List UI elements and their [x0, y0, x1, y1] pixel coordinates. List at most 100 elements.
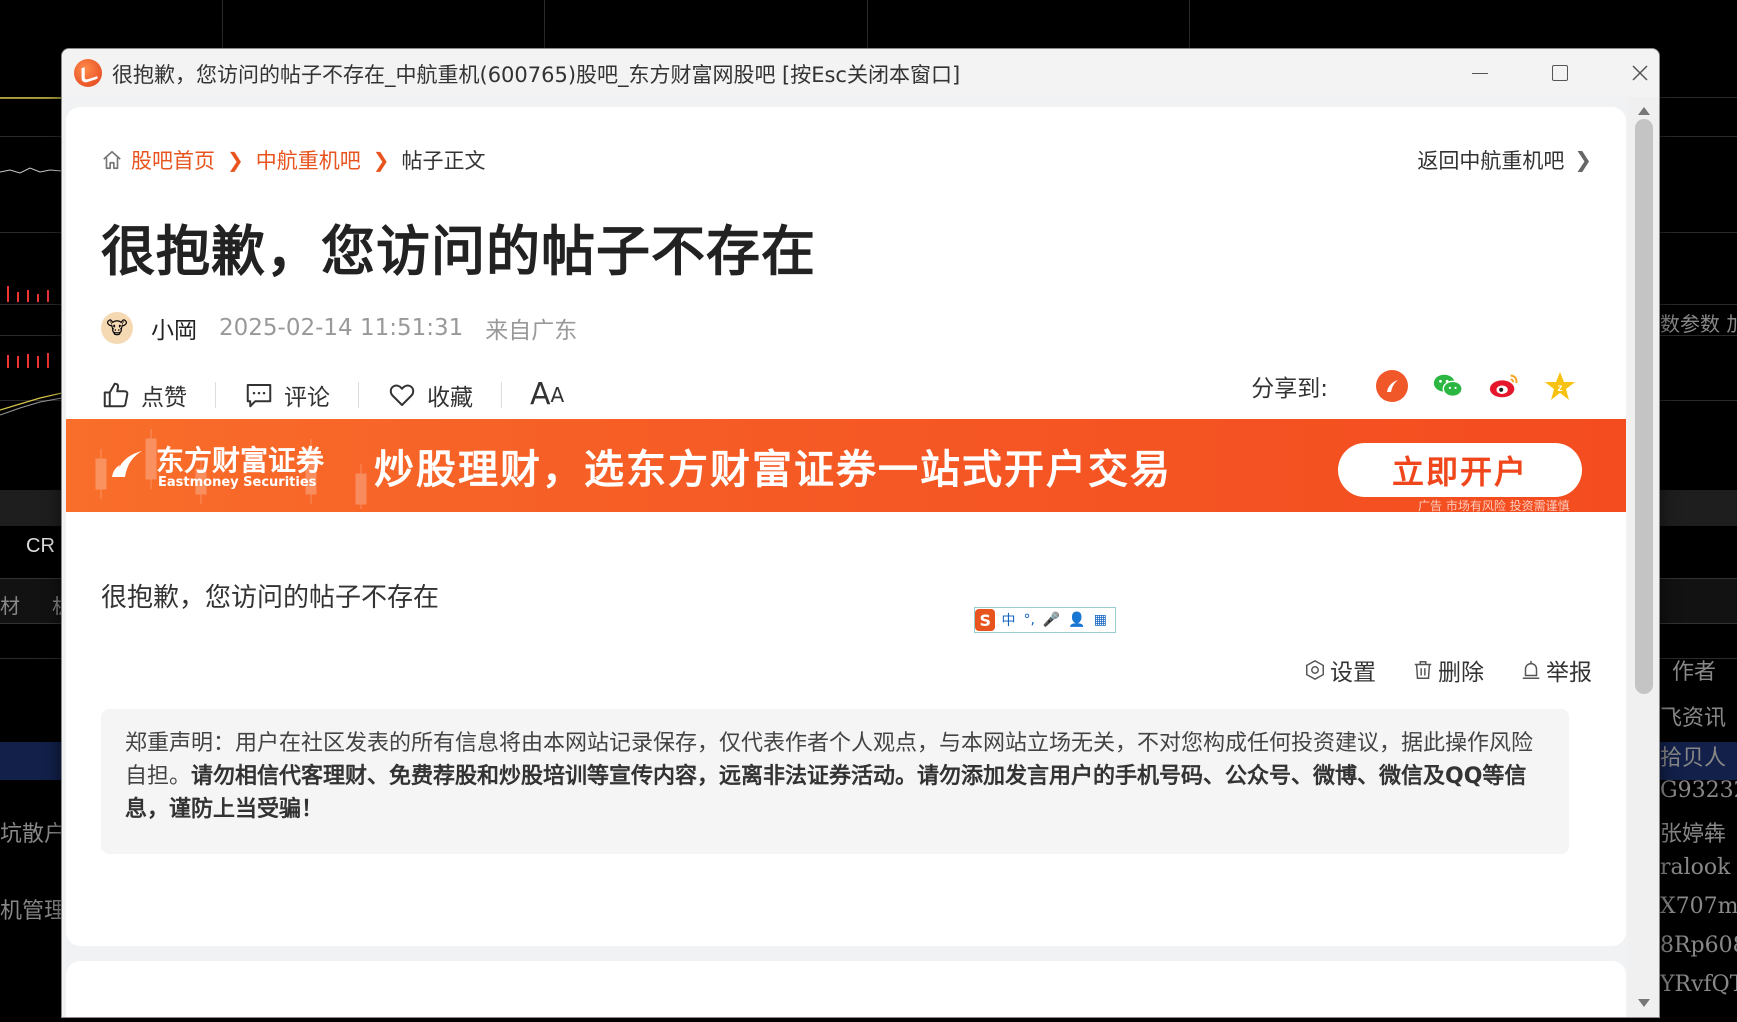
chevron-right-icon: ❯	[227, 148, 244, 172]
breadcrumb: 股吧首页 ❯ 中航重机吧 ❯ 帖子正文	[101, 145, 486, 175]
breadcrumb-home-link[interactable]: 股吧首页	[131, 145, 215, 175]
minimize-icon	[1472, 72, 1488, 74]
grid-icon: ▦	[1093, 612, 1107, 628]
bg-author: 8Rp608	[1660, 933, 1737, 958]
report-label: 举报	[1546, 660, 1592, 686]
ime-toolbar[interactable]: S 中 °, 🎤 👤 ▦	[974, 607, 1116, 633]
bg-left-label: 材	[0, 594, 20, 618]
window-hint: [按Esc关闭本窗口]	[782, 63, 961, 87]
heart-icon	[389, 384, 415, 406]
like-label: 点赞	[141, 384, 187, 411]
avatar[interactable]: 🐮	[101, 312, 133, 344]
favorite-button[interactable]: 收藏	[387, 378, 473, 412]
post-tools: 设置 删除 举报	[1268, 653, 1592, 687]
alarm-bell-icon	[1522, 660, 1540, 679]
chevron-right-icon: ❯	[1574, 148, 1592, 172]
sogou-ime-logo-icon: S	[975, 609, 996, 631]
microphone-icon: 🎤	[1042, 612, 1061, 628]
comment-button[interactable]: 评论	[244, 378, 330, 412]
delete-button[interactable]: 删除	[1412, 653, 1484, 687]
eastmoney-logo-icon	[112, 451, 142, 477]
post-window: 很抱歉，您访问的帖子不存在_中航重机(600765)股吧_东方财富网股吧 [按E…	[61, 48, 1660, 1018]
svg-text:z: z	[1558, 383, 1563, 394]
divider	[501, 381, 502, 408]
bg-author-header: 作者	[1672, 660, 1717, 685]
chevron-right-icon: ❯	[372, 148, 390, 172]
home-icon	[103, 150, 121, 170]
close-button[interactable]	[1600, 49, 1659, 97]
bg-cr-label: CR	[26, 535, 55, 557]
wechat-share-icon[interactable]	[1432, 370, 1464, 402]
trash-icon	[1414, 661, 1432, 679]
minimize-button[interactable]	[1440, 49, 1520, 97]
post-card: 股吧首页 ❯ 中航重机吧 ❯ 帖子正文 返回中航重机吧 ❯ 很抱歉，您访问的帖子…	[66, 107, 1626, 946]
scrollbar[interactable]	[1628, 97, 1659, 1017]
bg-left-label: 坑散户	[0, 822, 67, 847]
maximize-icon	[1552, 65, 1568, 81]
share-label: 分享到:	[1251, 376, 1328, 402]
maximize-button[interactable]	[1520, 49, 1600, 97]
settings-icon	[1306, 659, 1324, 681]
divider	[215, 381, 216, 408]
author-name[interactable]: 小岡	[151, 311, 197, 345]
post-meta: 🐮 小岡 2025-02-14 11:51:31 来自广东	[101, 311, 577, 345]
title-bar[interactable]: 很抱歉，您访问的帖子不存在_中航重机(600765)股吧_东方财富网股吧 [按E…	[62, 49, 1659, 97]
banner-slogan: 炒股理财，选东方财富证券一站式开户交易	[374, 447, 1172, 493]
report-button[interactable]: 举报	[1520, 653, 1592, 687]
scroll-down-arrow-icon[interactable]	[1638, 999, 1650, 1007]
comment-icon	[246, 383, 272, 407]
wechat-icon	[1433, 374, 1463, 398]
banner-brand-en: Eastmoney Securities	[158, 475, 317, 490]
weibo-share-icon[interactable]	[1488, 370, 1520, 402]
favorite-label: 收藏	[427, 384, 473, 411]
star-icon: z	[1545, 372, 1575, 400]
bg-author: 张婷犇	[1660, 822, 1727, 847]
back-to-bar-link[interactable]: 返回中航重机吧 ❯	[1417, 145, 1592, 175]
divider	[358, 381, 359, 408]
eastmoney-share-icon[interactable]	[1376, 370, 1408, 402]
bg-param-label: 数参数 加	[1660, 312, 1737, 336]
banner-brand-cn: 东方财富证券	[156, 444, 325, 477]
comments-card	[66, 961, 1626, 1017]
share-bar: 分享到: z	[1251, 369, 1576, 403]
post-body: 很抱歉，您访问的帖子不存在	[101, 583, 440, 613]
bg-author: YRvfQT	[1660, 972, 1737, 997]
user-icon: 👤	[1068, 612, 1086, 628]
post-actions: 点赞 评论 收藏 AA	[101, 377, 564, 412]
scroll-up-arrow-icon[interactable]	[1638, 107, 1650, 115]
breadcrumb-current: 帖子正文	[401, 149, 486, 173]
like-button[interactable]: 点赞	[101, 378, 187, 412]
thumbs-up-icon	[103, 382, 129, 407]
scrollbar-thumb[interactable]	[1635, 119, 1653, 694]
weibo-icon	[1489, 374, 1518, 398]
disclaimer-notice: 郑重声明：用户在社区发表的所有信息将由本网站记录保存，仅代表作者个人观点，与本网…	[101, 709, 1569, 854]
font-size-large-glyph: A	[530, 377, 551, 412]
qzone-share-icon[interactable]: z	[1544, 370, 1576, 402]
banner-disclaimer: 广告 市场有风险 投资需谨慎	[1418, 499, 1570, 512]
ad-banner[interactable]: 东方财富证券 Eastmoney Securities 炒股理财，选东方财富证券…	[66, 419, 1626, 512]
page-content: 股吧首页 ❯ 中航重机吧 ❯ 帖子正文 返回中航重机吧 ❯ 很抱歉，您访问的帖子…	[62, 97, 1628, 1017]
settings-label: 设置	[1330, 660, 1376, 686]
bg-author: X707m9	[1660, 894, 1737, 919]
notice-warning-text: 请勿相信代客理财、免费荐股和炒股培训等宣传内容，远离非法证券活动。请勿添加发言用…	[125, 764, 1527, 822]
font-size-button[interactable]: AA	[530, 377, 564, 412]
breadcrumb-bar-link[interactable]: 中航重机吧	[256, 145, 361, 175]
post-time: 2025-02-14 11:51:31	[219, 315, 464, 341]
back-link-label: 返回中航重机吧	[1417, 149, 1565, 173]
font-size-small-glyph: A	[550, 382, 565, 407]
punctuation-icon: °,	[1023, 612, 1035, 628]
bg-author: 飞资讯	[1660, 706, 1727, 731]
bg-author: 拾贝人	[1660, 746, 1727, 771]
open-account-button[interactable]: 立即开户	[1338, 443, 1582, 497]
delete-label: 删除	[1438, 660, 1484, 686]
ime-mode-label: 中	[1001, 613, 1016, 629]
bg-author: G93232	[1660, 778, 1737, 803]
bg-chart-lines	[0, 97, 62, 416]
bg-left-label: 机管理	[0, 899, 67, 924]
close-icon	[1632, 65, 1648, 81]
eastmoney-logo-icon	[1387, 380, 1398, 392]
settings-button[interactable]: 设置	[1304, 653, 1376, 687]
post-location: 来自广东	[485, 318, 578, 344]
bg-author: ralook	[1660, 855, 1731, 880]
eastmoney-app-icon	[74, 59, 102, 87]
